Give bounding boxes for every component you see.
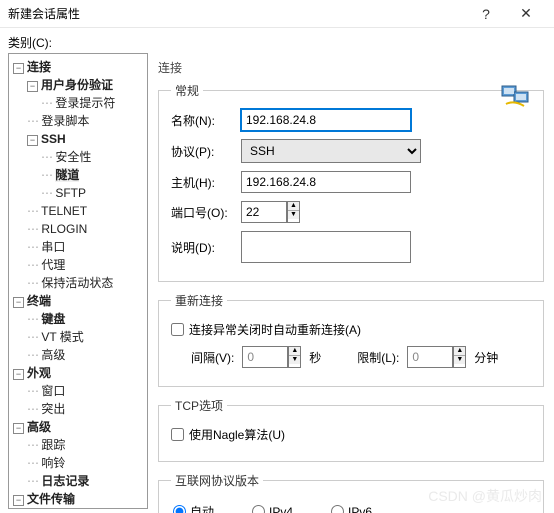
category-label: 类别(C): — [0, 28, 554, 53]
spin-down-icon[interactable]: ▼ — [288, 211, 299, 219]
breadcrumb: 连接 — [158, 57, 544, 82]
tree-toggle[interactable]: − — [13, 297, 24, 308]
general-group: 常规 名称(N): 协议(P): SSH 主机(H): 端口号(O): ▲▼ — [158, 82, 544, 282]
tree-adv1[interactable]: 高级 — [41, 348, 65, 362]
nagle-label: 使用Nagle算法(U) — [189, 426, 285, 443]
interval-spinner[interactable]: ▲▼ — [242, 346, 301, 368]
interval-input[interactable] — [242, 346, 288, 368]
limit-label: 限制(L): — [357, 349, 399, 366]
tree-login-prompt[interactable]: 登录提示符 — [55, 96, 115, 110]
tree-proxy[interactable]: 代理 — [41, 258, 65, 272]
tree-toggle[interactable]: − — [13, 369, 24, 380]
tree-tunnel[interactable]: 隧道 — [55, 168, 79, 182]
computers-icon — [500, 82, 534, 112]
tree-vtmode[interactable]: VT 模式 — [41, 330, 83, 344]
tcp-legend: TCP选项 — [171, 397, 227, 414]
ipver-group: 互联网协议版本 自动 IPv4 IPv6 — [158, 472, 544, 513]
spin-up-icon[interactable]: ▲ — [288, 202, 299, 211]
tree-highlight[interactable]: 突出 — [41, 402, 65, 416]
tree-security[interactable]: 安全性 — [55, 150, 91, 164]
tree-keepalive[interactable]: 保持活动状态 — [41, 276, 113, 290]
tree-toggle[interactable]: − — [13, 423, 24, 434]
port-label: 端口号(O): — [171, 204, 241, 221]
tree-terminal[interactable]: 终端 — [27, 294, 51, 308]
tree-ssh[interactable]: SSH — [41, 132, 66, 146]
tree-keyboard[interactable]: 键盘 — [41, 312, 65, 326]
port-input[interactable] — [241, 201, 287, 223]
limit-spinner[interactable]: ▲▼ — [407, 346, 466, 368]
tree-window[interactable]: 窗口 — [41, 384, 65, 398]
close-button[interactable]: ✕ — [506, 5, 546, 22]
port-spinner[interactable]: ▲▼ — [241, 201, 300, 223]
spin-down-icon[interactable]: ▼ — [289, 356, 300, 364]
tree-serial[interactable]: 串口 — [41, 240, 65, 254]
desc-label: 说明(D): — [171, 239, 241, 256]
interval-label: 间隔(V): — [191, 349, 234, 366]
name-input[interactable] — [241, 109, 411, 131]
general-legend: 常规 — [171, 82, 203, 99]
category-tree[interactable]: −连接 −用户身份验证 ⋯ 登录提示符 ⋯ 登录脚本 −SSH ⋯ 安全性 ⋯ … — [8, 53, 148, 509]
content-panel: 连接 常规 名称(N): 协议(P): SSH 主机(H): 端口号(O): ▲… — [152, 53, 554, 513]
titlebar: 新建会话属性 ? ✕ — [0, 0, 554, 28]
tree-sftp[interactable]: SFTP — [55, 186, 86, 200]
limit-input[interactable] — [407, 346, 453, 368]
tree-toggle[interactable]: − — [13, 495, 24, 506]
spin-up-icon[interactable]: ▲ — [289, 347, 300, 356]
tree-rlogin[interactable]: RLOGIN — [41, 222, 87, 236]
tree-login-script[interactable]: 登录脚本 — [41, 114, 89, 128]
tree-toggle[interactable]: − — [13, 63, 24, 74]
tree-appearance[interactable]: 外观 — [27, 366, 51, 380]
desc-textarea[interactable] — [241, 231, 411, 263]
tree-auth[interactable]: 用户身份验证 — [41, 78, 113, 92]
tree-connection[interactable]: 连接 — [27, 60, 51, 74]
tree-adv2[interactable]: 高级 — [27, 420, 51, 434]
ipver-legend: 互联网协议版本 — [171, 472, 263, 489]
tcp-group: TCP选项 使用Nagle算法(U) — [158, 397, 544, 462]
min-label: 分钟 — [474, 349, 498, 366]
tree-toggle[interactable]: − — [27, 135, 38, 146]
reconnect-group: 重新连接 连接异常关闭时自动重新连接(A) 间隔(V): ▲▼ 秒 限制(L):… — [158, 292, 544, 387]
nagle-checkbox[interactable] — [171, 428, 184, 441]
tree-bell[interactable]: 响铃 — [41, 456, 65, 470]
tree-filetransfer[interactable]: 文件传输 — [27, 492, 75, 506]
auto-reconnect-checkbox[interactable] — [171, 323, 184, 336]
tree-logging[interactable]: 日志记录 — [41, 474, 89, 488]
host-label: 主机(H): — [171, 174, 241, 191]
tree-telnet[interactable]: TELNET — [41, 204, 87, 218]
window-title: 新建会话属性 — [8, 5, 466, 22]
protocol-label: 协议(P): — [171, 143, 241, 160]
auto-reconnect-label: 连接异常关闭时自动重新连接(A) — [189, 321, 361, 338]
spin-up-icon[interactable]: ▲ — [454, 347, 465, 356]
name-label: 名称(N): — [171, 112, 241, 129]
reconnect-legend: 重新连接 — [171, 292, 227, 309]
help-button[interactable]: ? — [466, 6, 506, 22]
tree-toggle[interactable]: − — [27, 81, 38, 92]
spin-down-icon[interactable]: ▼ — [454, 356, 465, 364]
host-input[interactable] — [241, 171, 411, 193]
protocol-select[interactable]: SSH — [241, 139, 421, 163]
tree-trace[interactable]: 跟踪 — [41, 438, 65, 452]
sec-label: 秒 — [309, 349, 321, 366]
